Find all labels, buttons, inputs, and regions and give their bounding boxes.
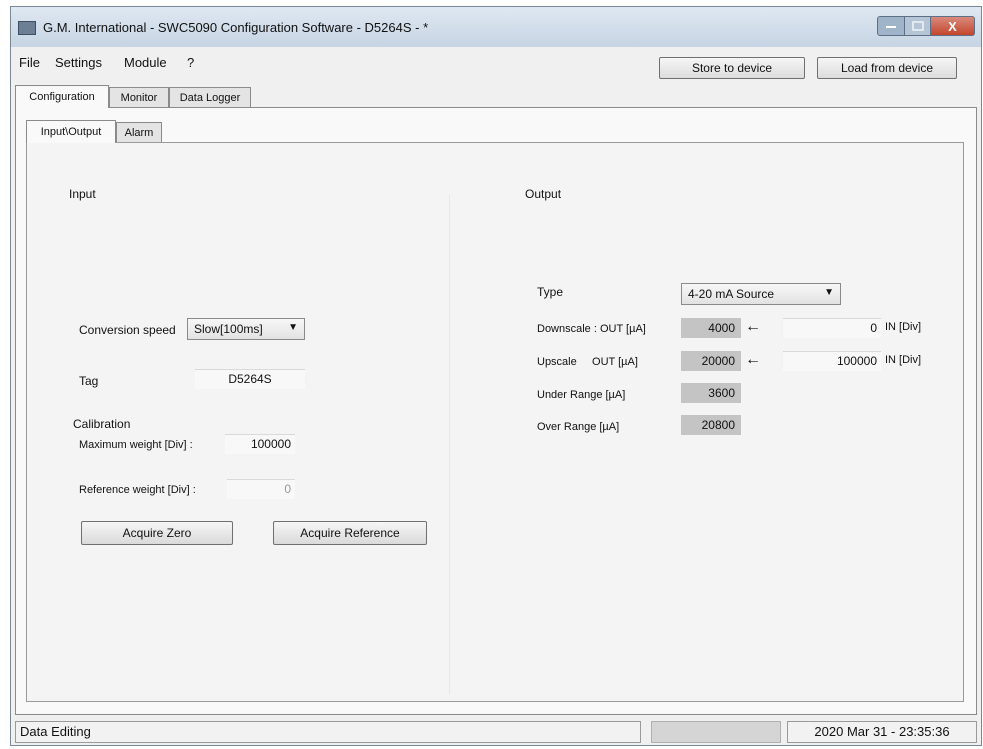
arrow-left-icon: ← <box>745 351 761 368</box>
subtab-alarm[interactable]: Alarm <box>116 122 162 142</box>
chevron-down-icon: ▼ <box>288 322 298 333</box>
close-button[interactable]: X <box>931 16 975 36</box>
acquire-zero-button[interactable]: Acquire Zero <box>81 521 233 545</box>
menu-module[interactable]: Module <box>124 55 167 70</box>
menu-settings[interactable]: Settings <box>55 55 102 70</box>
upscale-out-field[interactable]: 20000 <box>681 351 741 371</box>
output-section-title: Output <box>525 187 562 201</box>
tag-label: Tag <box>79 374 99 388</box>
input-output-panel: Input Conversion speed Slow[100ms] ▼ Tag… <box>26 142 964 702</box>
under-range-field[interactable]: 3600 <box>681 383 741 403</box>
conversion-speed-select[interactable]: Slow[100ms] ▼ <box>187 318 305 340</box>
output-type-value: 4-20 mA Source <box>688 287 775 301</box>
tab-configuration[interactable]: Configuration <box>15 85 109 108</box>
max-weight-label: Maximum weight [Div] : <box>79 439 193 451</box>
max-weight-field[interactable]: 100000 <box>225 434 295 454</box>
app-window: G.M. International - SWC5090 Configurati… <box>10 6 982 746</box>
minimize-button[interactable] <box>877 16 905 36</box>
output-type-select[interactable]: 4-20 mA Source ▼ <box>681 283 841 305</box>
chevron-down-icon: ▼ <box>824 287 834 298</box>
downscale-out-field[interactable]: 4000 <box>681 318 741 338</box>
store-to-device-button[interactable]: Store to device <box>659 57 805 79</box>
ref-weight-field[interactable]: 0 <box>227 479 295 499</box>
calibration-group-title: Calibration <box>73 417 131 431</box>
caption-buttons: X <box>877 16 975 36</box>
conversion-speed-label: Conversion speed <box>79 323 176 337</box>
output-type-label: Type <box>537 285 564 299</box>
status-bar: Data Editing 2020 Mar 31 - 23:35:36 <box>15 715 977 743</box>
window-title: G.M. International - SWC5090 Configurati… <box>43 20 429 35</box>
over-range-label: Over Range [µA] <box>537 421 620 433</box>
acquire-reference-button[interactable]: Acquire Reference <box>273 521 427 545</box>
maximize-icon <box>911 21 924 31</box>
menu-file[interactable]: File <box>19 55 40 70</box>
subtab-input-output[interactable]: Input\Output <box>26 120 116 143</box>
status-progress-bar <box>651 721 781 743</box>
title-bar: G.M. International - SWC5090 Configurati… <box>11 7 981 47</box>
configuration-panel: Input\Output Alarm Input Conversion spee… <box>15 107 977 715</box>
upscale-in-field[interactable]: 100000 <box>783 351 881 371</box>
app-icon <box>18 21 36 35</box>
under-range-label: Under Range [µA] <box>537 389 626 401</box>
conversion-speed-value: Slow[100ms] <box>194 322 263 336</box>
downscale-in-unit: IN [Div] <box>885 321 922 333</box>
tag-field[interactable]: D5264S <box>195 369 305 389</box>
downscale-label: Downscale : OUT [µA] <box>537 323 646 335</box>
menu-help[interactable]: ? <box>187 55 194 70</box>
over-range-field[interactable]: 20800 <box>681 415 741 435</box>
arrow-left-icon: ← <box>745 318 761 335</box>
maximize-button[interactable] <box>905 16 931 36</box>
load-from-device-button[interactable]: Load from device <box>817 57 957 79</box>
upscale-in-unit: IN [Div] <box>885 354 922 366</box>
upscale-label: Upscale OUT [µA] <box>537 356 638 368</box>
minimize-icon <box>886 26 896 28</box>
section-divider <box>449 195 450 695</box>
tab-monitor[interactable]: Monitor <box>109 87 169 107</box>
status-text: Data Editing <box>15 721 641 743</box>
status-datetime: 2020 Mar 31 - 23:35:36 <box>787 721 977 743</box>
tab-data-logger[interactable]: Data Logger <box>169 87 251 107</box>
downscale-in-field[interactable]: 0 <box>783 318 881 338</box>
ref-weight-label: Reference weight [Div] : <box>79 484 196 496</box>
close-icon: X <box>948 18 957 34</box>
input-section-title: Input <box>69 187 96 201</box>
